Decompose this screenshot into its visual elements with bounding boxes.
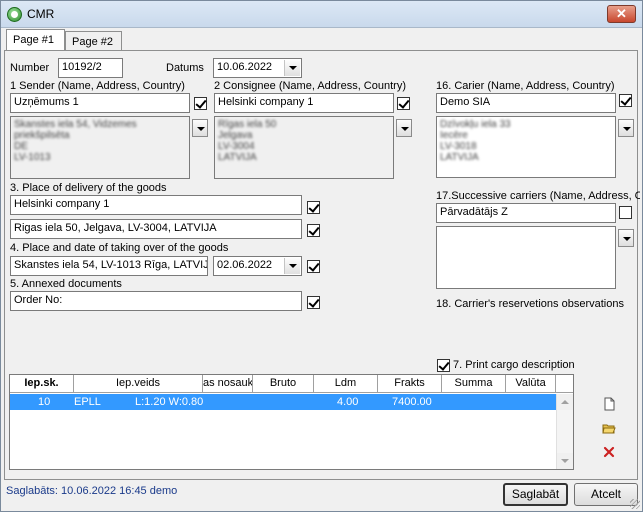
taking-over-label: 4. Place and date of taking over of the …: [10, 242, 229, 254]
cell-ldm: 4.00: [337, 396, 359, 408]
date-picker[interactable]: 10.06.2022: [213, 58, 302, 78]
sender-address-line: LV-1013: [14, 152, 51, 163]
carrier-address-line: Dzīvokļu iela 33: [440, 119, 511, 130]
sender-name-field[interactable]: Uzņēmums 1: [10, 93, 190, 113]
grid-header-cell[interactable]: Bruto: [253, 375, 314, 393]
delivery-name-checkbox[interactable]: [307, 201, 320, 214]
consignee-address-line: LV-3004: [218, 141, 255, 152]
delivery-address-field[interactable]: Rigas iela 50, Jelgava, LV-3004, LATVIJA: [10, 219, 302, 239]
grid-header-cell[interactable]: Frakts: [378, 375, 442, 393]
sender-checkbox[interactable]: [194, 97, 207, 110]
successive-address-memo[interactable]: [436, 226, 616, 289]
consignee-address-line: LATVIJA: [218, 152, 257, 163]
save-button[interactable]: Saglabāt: [503, 483, 568, 506]
print-cargo-label: 7. Print cargo description: [453, 359, 575, 371]
taking-over-date-value: 02.06.2022: [217, 259, 273, 271]
close-button[interactable]: ✕: [607, 5, 636, 23]
print-cargo-checkbox[interactable]: [437, 359, 450, 372]
grid-header-cell[interactable]: Ldm: [314, 375, 378, 393]
cmr-window: CMR ✕ Page #1 Page #2 Number 10192/2 Dat…: [0, 0, 643, 512]
successive-checkbox[interactable]: [619, 206, 632, 219]
carrier-name-field[interactable]: Demo SIA: [436, 93, 616, 113]
sender-address-line: priekšpilsēta: [14, 130, 70, 141]
consignee-checkbox[interactable]: [397, 97, 410, 110]
consignee-label: 2 Consignee (Name, Address, Country): [214, 80, 406, 92]
sender-address-line: Skanstes iela 54, Vidzemes: [14, 119, 137, 130]
successive-label: 17.Successive carriers (Name, Address, C…: [436, 190, 640, 202]
annexed-field[interactable]: Order No:: [10, 291, 302, 311]
delete-icon[interactable]: [602, 445, 616, 459]
delivery-name-field[interactable]: Helsinki company 1: [10, 195, 302, 215]
app-logo-icon: [7, 7, 22, 22]
number-label: Number: [10, 62, 50, 74]
sender-dropdown-button[interactable]: [192, 119, 208, 137]
carrier-address-line: LATVIJA: [440, 152, 479, 163]
taking-over-place-field[interactable]: Skanstes iela 54, LV-1013 Rīga, LATVIJA: [10, 256, 208, 276]
taking-over-checkbox[interactable]: [307, 260, 320, 273]
status-text: Saglabāts: 10.06.2022 16:45 demo: [6, 485, 178, 497]
consignee-address-memo[interactable]: Rīgas iela 50 Jelgava LV-3004 LATVIJA: [214, 116, 394, 179]
reservations-label: 18. Carrier's reservetions observations: [436, 298, 624, 310]
date-value: 10.06.2022: [217, 61, 273, 73]
cell-iep-veids: EPLL: [74, 396, 101, 408]
carrier-checkbox[interactable]: [619, 94, 632, 107]
successive-dropdown-button[interactable]: [618, 229, 634, 247]
carrier-address-memo[interactable]: Dzīvokļu iela 33 Iecēre LV-3018 LATVIJA: [436, 116, 616, 178]
consignee-address-line: Rīgas iela 50: [218, 119, 277, 130]
consignee-address-line: Jelgava: [218, 130, 253, 141]
grid-header-cell[interactable]: Summa: [442, 375, 506, 393]
date-label: Datums: [166, 62, 204, 74]
delivery-label: 3. Place of delivery of the goods: [10, 182, 167, 194]
grid-header-cell[interactable]: Iep.veids: [74, 375, 203, 393]
tab-page-2[interactable]: Page #2: [65, 31, 122, 51]
cell-frakts: 7400.00: [392, 396, 432, 408]
table-row[interactable]: 10 EPLL L:1.20 W:0.80 4.00 7400.00: [10, 394, 556, 410]
cell-nosaukums: L:1.20 W:0.80: [135, 396, 203, 408]
carrier-label: 16. Carier (Name, Address, Country): [436, 80, 615, 92]
resize-grip-icon[interactable]: [630, 499, 640, 509]
carrier-address-line: LV-3018: [440, 141, 477, 152]
carrier-dropdown-button[interactable]: [618, 119, 634, 137]
annexed-checkbox[interactable]: [307, 296, 320, 309]
close-icon: ✕: [616, 6, 627, 21]
consignee-name-field[interactable]: Helsinki company 1: [214, 93, 394, 113]
scroll-up-icon[interactable]: [557, 394, 573, 410]
consignee-dropdown-button[interactable]: [396, 119, 412, 137]
grid-header-cell[interactable]: Iep.sk.: [10, 375, 74, 393]
sender-address-memo[interactable]: Skanstes iela 54, Vidzemes priekšpilsēta…: [10, 116, 190, 179]
grid-scrollbar[interactable]: [556, 394, 573, 469]
title-bar: CMR ✕: [1, 1, 642, 28]
delivery-address-checkbox[interactable]: [307, 224, 320, 237]
window-title: CMR: [27, 7, 55, 21]
grid-header-cell[interactable]: Valūta: [506, 375, 556, 393]
grid-header-cell[interactable]: as nosauk: [203, 375, 253, 393]
scroll-down-icon[interactable]: [557, 453, 573, 469]
date-dropdown-icon[interactable]: [284, 60, 300, 76]
tab-page-1[interactable]: Page #1: [6, 29, 65, 51]
annexed-label: 5. Annexed documents: [10, 278, 122, 290]
number-field[interactable]: 10192/2: [58, 58, 123, 78]
open-folder-icon[interactable]: [602, 421, 616, 435]
sender-address-line: DE: [14, 141, 28, 152]
successive-name-field[interactable]: Pārvadātājs Z: [436, 203, 616, 223]
taking-over-date-dropdown-icon[interactable]: [284, 258, 300, 274]
cancel-button[interactable]: Atcelt: [574, 483, 638, 506]
grid-header: Iep.sk. Iep.veids as nosauk Bruto Ldm Fr…: [10, 375, 573, 393]
cell-iep-sk: 10: [38, 396, 51, 408]
taking-over-date-picker[interactable]: 02.06.2022: [213, 256, 302, 276]
sender-label: 1 Sender (Name, Address, Country): [10, 80, 185, 92]
cargo-grid: Iep.sk. Iep.veids as nosauk Bruto Ldm Fr…: [9, 374, 574, 470]
carrier-address-line: Iecēre: [440, 130, 468, 141]
new-document-icon[interactable]: [602, 397, 616, 411]
